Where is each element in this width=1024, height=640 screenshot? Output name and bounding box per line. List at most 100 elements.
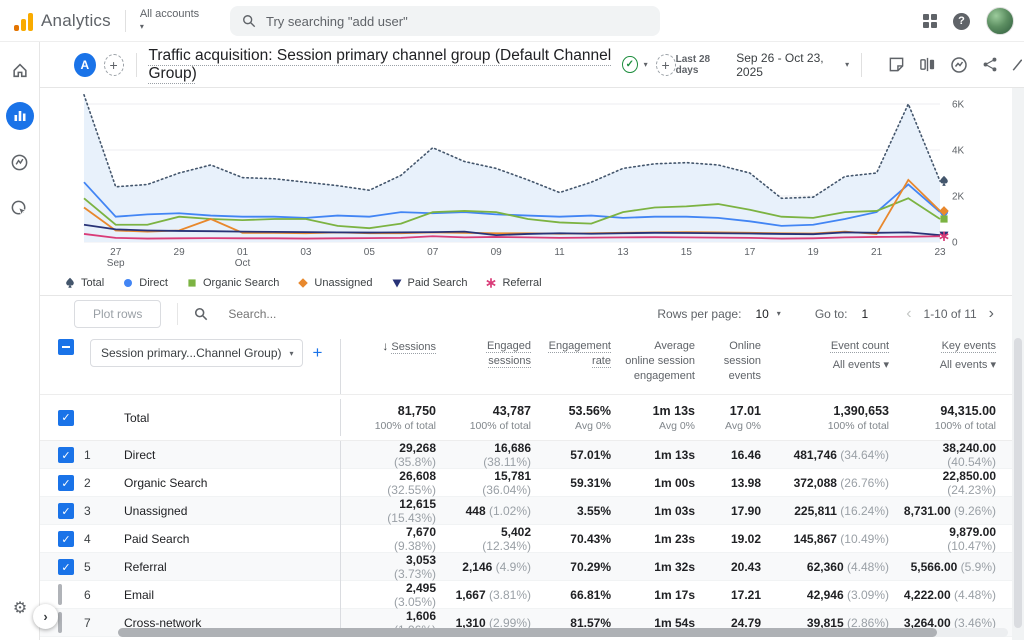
- column-header-sessions[interactable]: ↓Sessions: [340, 339, 450, 394]
- analytics-app: Analytics All accounts ▾ ? A + Traffic a…: [0, 0, 1024, 640]
- brand-title: Analytics: [41, 11, 111, 31]
- legend-label: Total: [81, 277, 104, 289]
- all-events-dropdown[interactable]: All events ▾: [903, 358, 996, 373]
- vertical-scrollbar-thumb[interactable]: [1014, 338, 1022, 628]
- chevron-down-icon[interactable]: ▾: [845, 60, 849, 69]
- compare-icon[interactable]: [919, 56, 936, 73]
- metric-cell: 17.90: [709, 504, 775, 518]
- report-header: A + Traffic acquisition: Session primary…: [40, 42, 1024, 88]
- x-axis-tick: 09: [491, 247, 503, 258]
- legend-item-referral[interactable]: Referral: [485, 277, 541, 289]
- table-row[interactable]: 6Email2,495 (3.05%)1,667 (3.81%)66.81%1m…: [40, 581, 1012, 609]
- metric-cell: 38,240.00 (40.54%): [903, 441, 1010, 469]
- analytics-logo-icon[interactable]: [14, 11, 33, 31]
- metric-cell: 59.31%: [545, 476, 625, 490]
- horizontal-scrollbar[interactable]: [118, 628, 1008, 637]
- column-header-key-events[interactable]: Key eventsAll events ▾: [903, 339, 1010, 373]
- rows-per-page-label: Rows per page:: [657, 307, 741, 321]
- user-avatar[interactable]: [986, 7, 1014, 35]
- nav-reports-icon[interactable]: [6, 102, 34, 130]
- table-search-input[interactable]: [228, 307, 448, 321]
- nav-home-icon[interactable]: [6, 56, 34, 84]
- channel-name: Direct: [118, 448, 340, 462]
- nav-advertising-icon[interactable]: [6, 194, 34, 222]
- row-index: 1: [84, 448, 118, 462]
- apps-grid-icon[interactable]: [923, 14, 937, 28]
- metric-cell: 1,667 (3.81%): [450, 588, 545, 602]
- metric-cell: 1m 17s: [625, 588, 709, 602]
- table-row[interactable]: ✓1Direct29,268 (35.8%)16,686 (38.11%)57.…: [40, 441, 1012, 469]
- x-axis-tick: 13: [617, 247, 629, 258]
- divider: [861, 53, 862, 77]
- top-app-bar: Analytics All accounts ▾ ?: [0, 0, 1024, 42]
- share-icon[interactable]: [982, 56, 998, 73]
- legend-item-organic-search[interactable]: Organic Search: [186, 277, 279, 289]
- legend-item-paid-search[interactable]: Paid Search: [391, 277, 468, 289]
- x-axis-tick: 11: [554, 247, 565, 258]
- chevron-down-icon[interactable]: ▾: [777, 309, 781, 318]
- chevron-down-icon[interactable]: ▾: [644, 60, 648, 69]
- row-checkbox[interactable]: ✓: [40, 503, 84, 519]
- chart-svg[interactable]: 02K4K6K27Sep2901Oct030507091113151719212…: [60, 92, 1012, 270]
- date-range-picker[interactable]: Sep 26 - Oct 23, 2025: [736, 51, 839, 79]
- prev-page-icon[interactable]: ‹: [902, 305, 915, 323]
- column-header-average-online-session-engagement[interactable]: Average online session engagement: [625, 339, 709, 384]
- metric-cell: 17.21: [709, 588, 775, 602]
- add-comparison-button[interactable]: +: [104, 54, 124, 76]
- divider: [125, 10, 126, 32]
- metric-cell: 12,615 (15.43%): [340, 497, 450, 525]
- total-row-checkbox[interactable]: ✓: [40, 410, 84, 426]
- report-title[interactable]: Traffic acquisition: Session primary cha…: [149, 47, 613, 83]
- table-search[interactable]: [194, 307, 657, 321]
- legend-marker-icon: [485, 277, 497, 289]
- row-checkbox[interactable]: ✓: [40, 559, 84, 575]
- plot-rows-button[interactable]: Plot rows: [74, 300, 161, 328]
- row-checkbox[interactable]: ✓: [40, 447, 84, 463]
- rows-per-page-select[interactable]: 10: [755, 307, 768, 321]
- customize-report-icon[interactable]: [1012, 56, 1022, 73]
- search-input[interactable]: [266, 14, 648, 29]
- global-search[interactable]: [230, 6, 660, 36]
- column-header-engaged-sessions[interactable]: Engaged sessions: [450, 339, 545, 369]
- metric-cell: 70.29%: [545, 560, 625, 574]
- row-checkbox[interactable]: [40, 586, 84, 604]
- chevron-down-icon: ▾: [140, 21, 199, 32]
- table-row[interactable]: ✓5Referral3,053 (3.73%)2,146 (4.9%)70.29…: [40, 553, 1012, 581]
- row-checkbox[interactable]: ✓: [40, 531, 84, 547]
- column-header-event-count[interactable]: Event countAll events ▾: [775, 339, 903, 373]
- property-avatar[interactable]: A: [74, 53, 96, 77]
- goto-page-input[interactable]: 1: [862, 307, 869, 321]
- column-header-engagement-rate[interactable]: Engagement rate: [545, 339, 625, 369]
- metric-cell: 372,088 (26.76%): [775, 476, 903, 490]
- add-report-tab-button[interactable]: +: [656, 54, 676, 76]
- horizontal-scrollbar-thumb[interactable]: [118, 628, 937, 637]
- metric-cell: 2,146 (4.9%): [450, 560, 545, 574]
- table-row[interactable]: ✓4Paid Search7,670 (9.38%)5,402 (12.34%)…: [40, 525, 1012, 553]
- x-axis-tick: 29: [174, 247, 186, 258]
- table-row[interactable]: ✓2Organic Search26,608 (32.55%)15,781 (3…: [40, 469, 1012, 497]
- vertical-scrollbar[interactable]: [1012, 88, 1024, 640]
- insights-icon[interactable]: [950, 56, 968, 74]
- marker-diamond-icon: [939, 206, 949, 216]
- legend-item-total[interactable]: Total: [64, 277, 104, 289]
- legend-item-direct[interactable]: Direct: [122, 277, 168, 289]
- table-header-row: Session primary...Channel Group)▾ + ↓Sessi…: [40, 331, 1012, 395]
- marker-diamond-icon: [299, 278, 309, 288]
- all-events-dropdown[interactable]: All events ▾: [775, 358, 889, 373]
- column-header-online-session-events[interactable]: Online session events: [709, 339, 775, 384]
- account-picker[interactable]: All accounts ▾: [140, 9, 199, 32]
- legend-item-unassigned[interactable]: Unassigned: [297, 277, 372, 289]
- legend-label: Direct: [139, 277, 168, 289]
- expand-nav-button[interactable]: ›: [33, 604, 58, 629]
- metric-cell: 1m 32s: [625, 560, 709, 574]
- nav-explore-icon[interactable]: [6, 148, 34, 176]
- table-row[interactable]: ✓3Unassigned12,615 (15.43%)448 (1.02%)3.…: [40, 497, 1012, 525]
- dimension-dropdown[interactable]: Session primary...Channel Group)▾: [90, 339, 303, 367]
- next-page-icon[interactable]: ›: [985, 305, 998, 323]
- select-all-checkbox[interactable]: [40, 339, 84, 355]
- add-dimension-button[interactable]: +: [313, 343, 323, 363]
- report-status-check-icon[interactable]: ✓: [622, 56, 638, 73]
- row-checkbox[interactable]: ✓: [40, 475, 84, 491]
- notes-icon[interactable]: [888, 56, 905, 73]
- help-icon[interactable]: ?: [953, 13, 970, 30]
